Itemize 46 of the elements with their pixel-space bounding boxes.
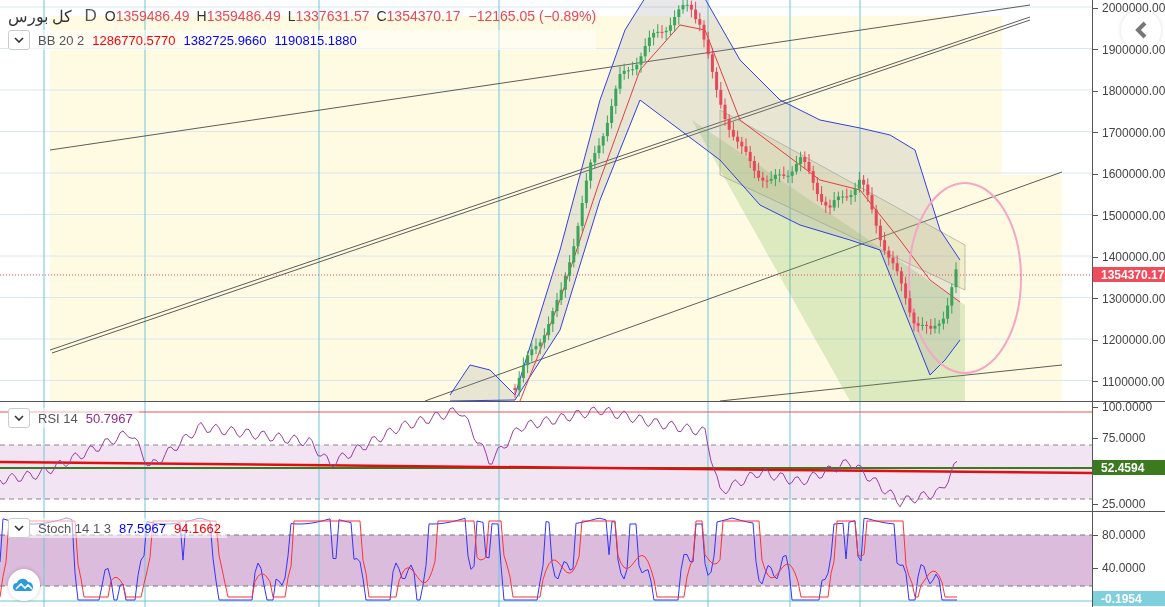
axis-label: 80.0000 [1102,528,1146,542]
axis-label: 1200000.00 [1102,333,1165,347]
axis-label: 1300000.00 [1102,291,1165,306]
chevron-down-icon [14,415,24,421]
indicator-name: RSI 14 [38,410,78,426]
axis-label: 1600000.00 [1102,167,1165,181]
ohlc-label: O [104,8,116,24]
collapse-button[interactable] [8,30,30,50]
price-change: −12165.05 (−0.89%) [468,8,597,24]
interval-label: D [84,6,97,26]
axis-label: 1700000.00 [1102,125,1165,140]
axis-label: 40.0000 [1102,561,1146,575]
axis-label: 100.0000 [1102,400,1153,414]
axis-label: 2000000.00 [1102,1,1165,15]
chevron-left-icon [1134,21,1148,39]
indicator-value: 50.7967 [85,410,133,426]
price-badge: 1354370.17 [1093,267,1165,282]
chevron-down-icon [14,37,24,43]
ohlc-value: 1354370.17 [386,8,461,24]
cloud-chart-icon [13,578,35,592]
chevron-down-icon [14,525,24,531]
ohlc-value: 1337631.57 [295,8,370,24]
indicator-value: 1382725.9660 [183,32,267,48]
axis-label: 1800000.00 [1102,84,1165,98]
price-badge: 52.4594 [1093,460,1165,475]
ohlc-label: H [196,8,207,24]
price-badge: -0.1954 [1093,591,1165,606]
indicator-name: Stoch 14 1 3 [38,520,111,536]
indicator-value: 87.5967 [119,520,166,536]
axis-label: 25.0000 [1102,497,1146,511]
axis-label: 1100000.00 [1102,374,1165,389]
ohlc-value: 1359486.49 [115,8,190,24]
indicator-name: BB 20 2 [38,32,85,48]
symbol-name: کل بورس [8,6,73,26]
indicator-value: 1190815.1880 [274,32,357,48]
axis-label: 75.0000 [1102,431,1146,445]
indicator-value: 1286770.5770 [92,32,176,48]
collapse-button[interactable] [8,518,30,538]
axis-label: 1400000.00 [1102,250,1165,264]
axis-label: 1500000.00 [1102,208,1165,223]
ohlc-label: L [287,8,296,24]
ohlc-label: C [376,8,387,24]
indicator-value: 94.1662 [174,520,221,536]
ohlc-value: 1359486.49 [206,8,281,24]
collapse-button[interactable] [8,408,30,428]
axis-label: 1900000.00 [1102,42,1165,57]
